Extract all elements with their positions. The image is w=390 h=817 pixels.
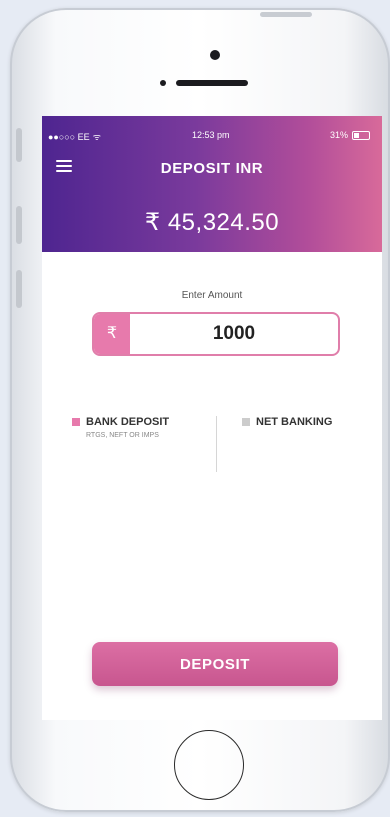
rupee-icon: ₹	[94, 314, 130, 354]
front-camera	[210, 50, 220, 60]
amount-field: ₹	[92, 312, 340, 356]
phone-frame: ●●○○○ EE ᯤ 12:53 pm 31% DEPOSIT INR ₹ 45,…	[10, 8, 390, 812]
status-bar: ●●○○○ EE ᯤ 12:53 pm 31%	[48, 130, 376, 142]
volume-up-button	[16, 206, 22, 244]
volume-down-button	[16, 270, 22, 308]
deposit-button[interactable]: DEPOSIT	[92, 642, 338, 686]
battery-icon	[352, 131, 370, 140]
battery-percentage: 31%	[329, 130, 348, 140]
carrier-signal: ●●○○○ EE ᯤ	[48, 130, 101, 143]
mute-switch	[16, 128, 22, 162]
method-net-banking[interactable]: NET BANKING	[242, 416, 382, 466]
deposit-header: ●●○○○ EE ᯤ 12:53 pm 31% DEPOSIT INR ₹ 45,…	[42, 116, 382, 252]
method-bank-deposit[interactable]: BANK DEPOSIT RTGS, NEFT OR IMPS	[72, 416, 222, 466]
selected-square-icon	[72, 418, 80, 426]
method-subtitle: RTGS, NEFT OR IMPS	[86, 432, 159, 439]
method-name: BANK DEPOSIT	[86, 416, 170, 428]
amount-label: Enter Amount	[181, 290, 243, 301]
app-screen: ●●○○○ EE ᯤ 12:53 pm 31% DEPOSIT INR ₹ 45,…	[42, 116, 382, 720]
payment-methods: BANK DEPOSIT RTGS, NEFT OR IMPS NET BANK…	[42, 416, 382, 480]
carrier-text: ●●○○○ EE	[48, 132, 90, 142]
status-time: 12:53 pm	[192, 130, 230, 140]
home-button[interactable]	[174, 730, 244, 800]
power-button	[260, 12, 312, 17]
proximity-sensor	[160, 80, 166, 86]
unselected-square-icon	[242, 418, 250, 426]
amount-input[interactable]	[130, 314, 338, 354]
balance-amount: ₹ 45,324.50	[144, 209, 280, 236]
page-title: DEPOSIT INR	[160, 160, 264, 177]
wifi-icon: ᯤ	[92, 132, 101, 142]
earpiece-speaker	[176, 80, 248, 86]
method-divider	[216, 416, 217, 472]
method-name: NET BANKING	[256, 416, 333, 428]
